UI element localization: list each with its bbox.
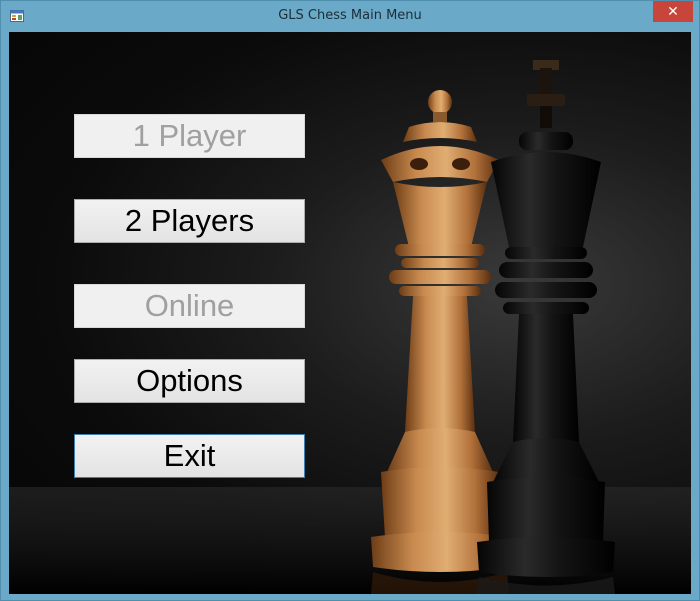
close-icon: ✕ [667,3,679,20]
one-player-button[interactable]: 1 Player [74,114,305,158]
main-menu-window: GLS Chess Main Menu ✕ 1 Player 2 Players… [0,0,700,601]
black-king-piece [477,60,615,594]
client-area: 1 Player 2 Players Online Options Exit [9,32,691,594]
options-button[interactable]: Options [74,359,305,403]
exit-button[interactable]: Exit [74,434,305,478]
two-players-button[interactable]: 2 Players [74,199,305,243]
window-title: GLS Chess Main Menu [278,8,422,23]
title-bar[interactable]: GLS Chess Main Menu ✕ [1,1,699,32]
online-button[interactable]: Online [74,284,305,328]
close-button[interactable]: ✕ [653,1,693,22]
